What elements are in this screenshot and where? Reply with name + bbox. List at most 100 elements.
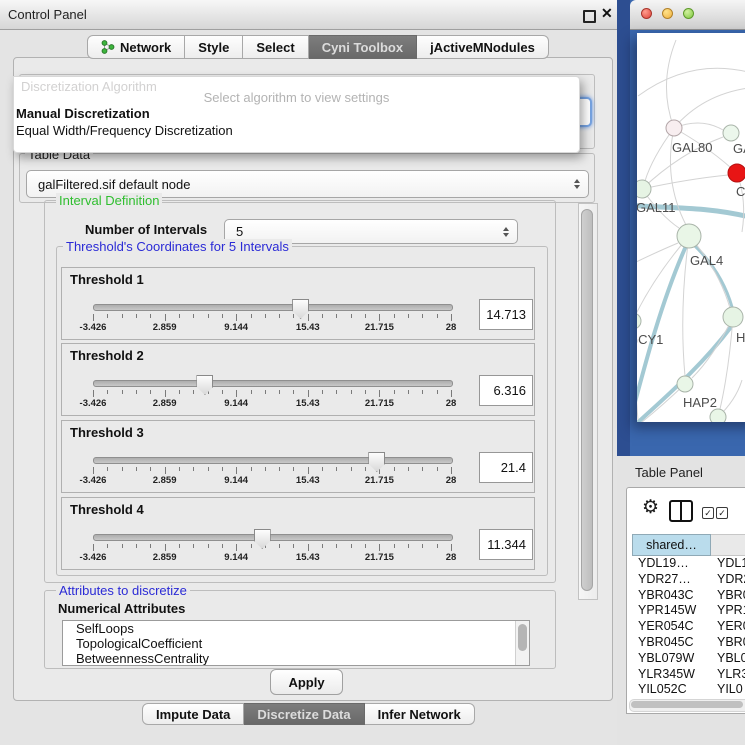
network-node[interactable] (710, 409, 726, 422)
network-node-ga[interactable] (723, 125, 739, 141)
slider-track[interactable] (93, 534, 453, 541)
table-row[interactable]: YLR345WYLR3 (632, 667, 745, 683)
table-row[interactable]: YPR145WYPR1 (632, 603, 745, 619)
network-node-c[interactable] (728, 164, 745, 182)
zoom-traffic-light[interactable] (683, 8, 694, 19)
tick-mark (136, 544, 137, 548)
network-node-gcy1[interactable] (637, 313, 641, 329)
table-row[interactable]: YBR043CYBR0 (632, 588, 745, 604)
tab-label: Style (198, 40, 229, 55)
table-row[interactable]: YBR045CYBR0 (632, 635, 745, 651)
table-horizontal-scrollbar[interactable] (629, 699, 745, 712)
threshold-value-field[interactable]: 11.344 (479, 529, 533, 560)
axis-tick-label: 15.43 (296, 398, 320, 409)
table-row[interactable]: YDL19…YDL1 (632, 556, 745, 572)
tick-mark (193, 390, 194, 394)
tick-mark (265, 467, 266, 471)
tick-mark (365, 314, 366, 318)
algorithm-option[interactable]: Equal Width/Frequency Discretization (16, 123, 233, 139)
tick-mark (308, 467, 309, 474)
threshold-label: Threshold 1 (70, 272, 144, 287)
tab-select[interactable]: Select (243, 35, 308, 59)
numerical-attributes-list[interactable]: SelfLoopsTopologicalCoefficientBetweenne… (62, 620, 530, 666)
network-node-hap2[interactable] (677, 376, 693, 392)
network-edge[interactable] (674, 88, 745, 128)
network-icon (101, 39, 115, 55)
list-scrollbar[interactable] (515, 621, 529, 665)
split-columns-icon[interactable] (669, 500, 693, 522)
network-edge[interactable] (645, 128, 674, 181)
axis-tick-label: -3.426 (80, 552, 107, 563)
float-window-icon[interactable] (583, 10, 596, 23)
cell-name: YDL1 (709, 556, 745, 572)
tab-discretize-data[interactable]: Discretize Data (244, 703, 364, 725)
threshold-value-field[interactable]: 21.4 (479, 452, 533, 483)
table-panel-region: Table Panel ⚙ ✓ ✓ shared… na YDL19…YDL1Y… (617, 456, 745, 745)
tab-impute-data[interactable]: Impute Data (142, 703, 244, 725)
column-header-shared-name[interactable]: shared… (632, 534, 711, 556)
tick-mark (422, 544, 423, 548)
panel-scrollbar[interactable] (578, 203, 598, 600)
table-row[interactable]: YBL079WYBL0 (632, 651, 745, 667)
tick-mark (93, 467, 94, 474)
top-tab-bar: Network Style Select Cyni ToolboxjActiveMNo… (87, 35, 549, 59)
tick-mark (93, 314, 94, 321)
slider-thumb[interactable] (196, 375, 213, 395)
interval-definition-title: Interval Definition (56, 193, 162, 208)
slider-track[interactable] (93, 457, 453, 464)
scrollbar-thumb[interactable] (581, 209, 593, 591)
node-label: GAL80 (672, 140, 712, 155)
threshold-value-field[interactable]: 6.316 (479, 375, 533, 406)
slider-thumb[interactable] (368, 452, 385, 472)
slider-track[interactable] (93, 380, 453, 387)
network-edge[interactable] (683, 236, 689, 376)
network-edge[interactable] (637, 243, 678, 262)
tab-label: Select (256, 40, 294, 55)
network-edge[interactable] (666, 40, 676, 128)
axis-tick-label: -3.426 (80, 322, 107, 333)
gear-icon[interactable]: ⚙ (642, 496, 659, 519)
network-node-gal4[interactable] (677, 224, 701, 248)
network-node-gal80[interactable] (666, 120, 682, 136)
tab-style[interactable]: Style (185, 35, 243, 59)
apply-button[interactable]: Apply (270, 669, 343, 695)
threshold-label: Threshold 3 (70, 425, 144, 440)
tab-label: Impute Data (156, 707, 230, 722)
slider-track[interactable] (93, 304, 453, 311)
attribute-list-item[interactable]: TopologicalCoefficient (63, 636, 529, 651)
slider-thumb[interactable] (292, 299, 309, 319)
combo-stepper-icon (574, 179, 580, 189)
tab-infer-network[interactable]: Infer Network (365, 703, 475, 725)
slider-thumb[interactable] (254, 529, 271, 549)
column-header-name[interactable]: na (711, 534, 745, 556)
checkbox-icon[interactable]: ✓ (716, 507, 728, 519)
tick-mark (322, 314, 323, 318)
table-row[interactable]: YER054CYER0 (632, 619, 745, 635)
close-traffic-light[interactable] (641, 8, 652, 19)
network-edge[interactable] (642, 384, 685, 422)
scrollbar-thumb[interactable] (631, 701, 743, 708)
network-canvas[interactable]: GAL80GACGAL11GAL4GCY1HHAP2 (637, 33, 745, 422)
tick-mark (351, 467, 352, 471)
network-window-titlebar[interactable] (630, 0, 745, 30)
close-icon[interactable]: ✕ (601, 5, 613, 22)
checkbox-icon[interactable]: ✓ (702, 507, 714, 519)
table-row[interactable]: YDR27…YDR2 (632, 572, 745, 588)
tab-jactivemnodules[interactable]: jActiveMNodules (417, 35, 549, 59)
network-node-gal11[interactable] (637, 180, 651, 198)
table-row[interactable]: YIL052CYIL0 (632, 682, 745, 698)
network-node-h[interactable] (723, 307, 743, 327)
tick-mark (451, 544, 452, 551)
attribute-list-item[interactable]: SelfLoops (63, 621, 529, 636)
cell-shared-name: YER054C (632, 619, 709, 635)
tick-mark (322, 390, 323, 394)
minimize-traffic-light[interactable] (662, 8, 673, 19)
tick-mark (107, 314, 108, 318)
tick-mark (336, 544, 337, 548)
tick-mark (293, 314, 294, 318)
tab-cyni-toolbox[interactable]: Cyni Toolbox (309, 35, 417, 59)
attribute-list-item[interactable]: BetweennessCentrality (63, 651, 529, 666)
algorithm-option[interactable]: Manual Discretization (16, 106, 150, 122)
threshold-value-field[interactable]: 14.713 (479, 299, 533, 330)
tab-network[interactable]: Network (87, 35, 185, 59)
